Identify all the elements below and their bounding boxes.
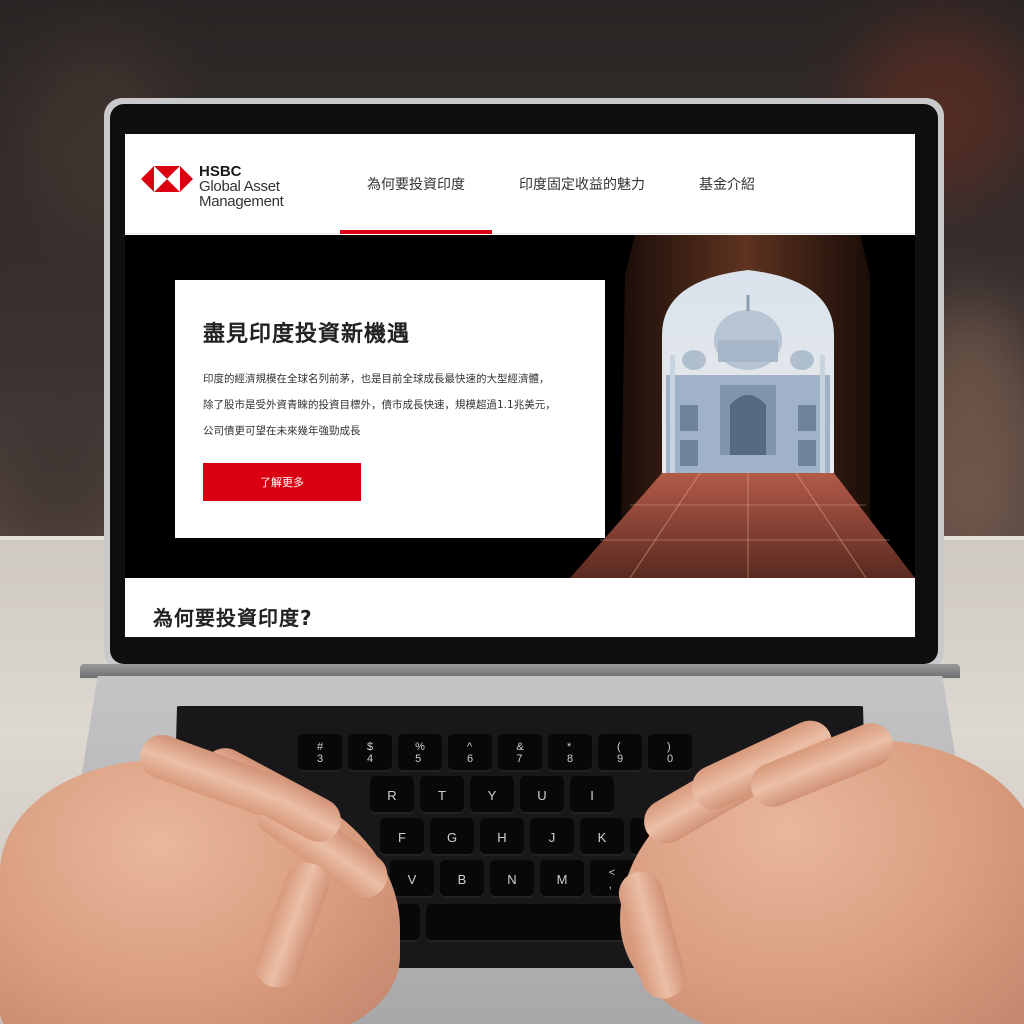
key[interactable]: J: [530, 818, 574, 856]
key[interactable]: V: [390, 860, 434, 898]
key[interactable]: R: [370, 776, 414, 814]
taj-mahal-image: [570, 235, 915, 578]
site-header: HSBC Global Asset Management 為何要投資印度 印度固…: [125, 134, 915, 234]
learn-more-button[interactable]: 了解更多: [203, 463, 361, 501]
logo-brand: HSBC: [199, 163, 242, 180]
hsbc-logo[interactable]: HSBC Global Asset Management: [141, 164, 284, 209]
main-nav: 為何要投資印度 印度固定收益的魅力 基金介紹: [340, 134, 782, 234]
hero-body-line: 印度的經濟規模在全球名列前茅，也是目前全球成長最快速的大型經濟體，: [203, 373, 550, 385]
key-row-top: R T Y U I: [370, 776, 614, 814]
hsbc-hexagon-icon: [141, 166, 193, 192]
key-row-home: F G H J K L: [380, 818, 674, 856]
hero-card: 盡見印度投資新機遇 印度的經濟規模在全球名列前茅，也是目前全球成長最快速的大型經…: [175, 280, 605, 538]
key[interactable]: G: [430, 818, 474, 856]
nav-item-why-india[interactable]: 為何要投資印度: [340, 134, 492, 234]
key[interactable]: $ 4: [348, 734, 392, 772]
nav-item-fund-intro[interactable]: 基金介紹: [672, 134, 782, 234]
key[interactable]: N: [490, 860, 534, 898]
key[interactable]: ) 0: [648, 734, 692, 772]
section-title-why-india: 為何要投資印度?: [153, 606, 313, 630]
key[interactable]: F: [380, 818, 424, 856]
hero-body-line: 除了股市是受外資青睞的投資目標外，債市成長快速，規模超過1.1兆美元，: [203, 399, 556, 411]
key[interactable]: K: [580, 818, 624, 856]
hero-body-line: 公司債更可望在未來幾年強勁成長: [203, 425, 361, 437]
key[interactable]: * 8: [548, 734, 592, 772]
laptop-screen: HSBC Global Asset Management 為何要投資印度 印度固…: [125, 134, 915, 637]
key[interactable]: U: [520, 776, 564, 814]
key[interactable]: T: [420, 776, 464, 814]
laptop-hinge: [80, 664, 960, 678]
key[interactable]: # 3: [298, 734, 342, 772]
key[interactable]: I: [570, 776, 614, 814]
logo-line-2: Management: [199, 193, 284, 210]
hero-body: 印度的經濟規模在全球名列前茅，也是目前全球成長最快速的大型經濟體， 除了股市是受…: [203, 366, 577, 444]
logo-wordmark: HSBC Global Asset Management: [199, 164, 284, 209]
key[interactable]: % 5: [398, 734, 442, 772]
key[interactable]: & 7: [498, 734, 542, 772]
logo-line-1: Global Asset: [199, 178, 280, 195]
key[interactable]: M: [540, 860, 584, 898]
key-row-numbers: # 3 $ 4 % 5 ^ 6 & 7 * 8 ( 9 ) 0: [298, 734, 692, 772]
key[interactable]: ( 9: [598, 734, 642, 772]
hero-title: 盡見印度投資新機遇: [203, 322, 411, 347]
key[interactable]: H: [480, 818, 524, 856]
key[interactable]: Y: [470, 776, 514, 814]
nav-item-fixed-income[interactable]: 印度固定收益的魅力: [492, 134, 672, 234]
hero-banner: 盡見印度投資新機遇 印度的經濟規模在全球名列前茅，也是目前全球成長最快速的大型經…: [125, 235, 915, 578]
key[interactable]: B: [440, 860, 484, 898]
key[interactable]: ^ 6: [448, 734, 492, 772]
